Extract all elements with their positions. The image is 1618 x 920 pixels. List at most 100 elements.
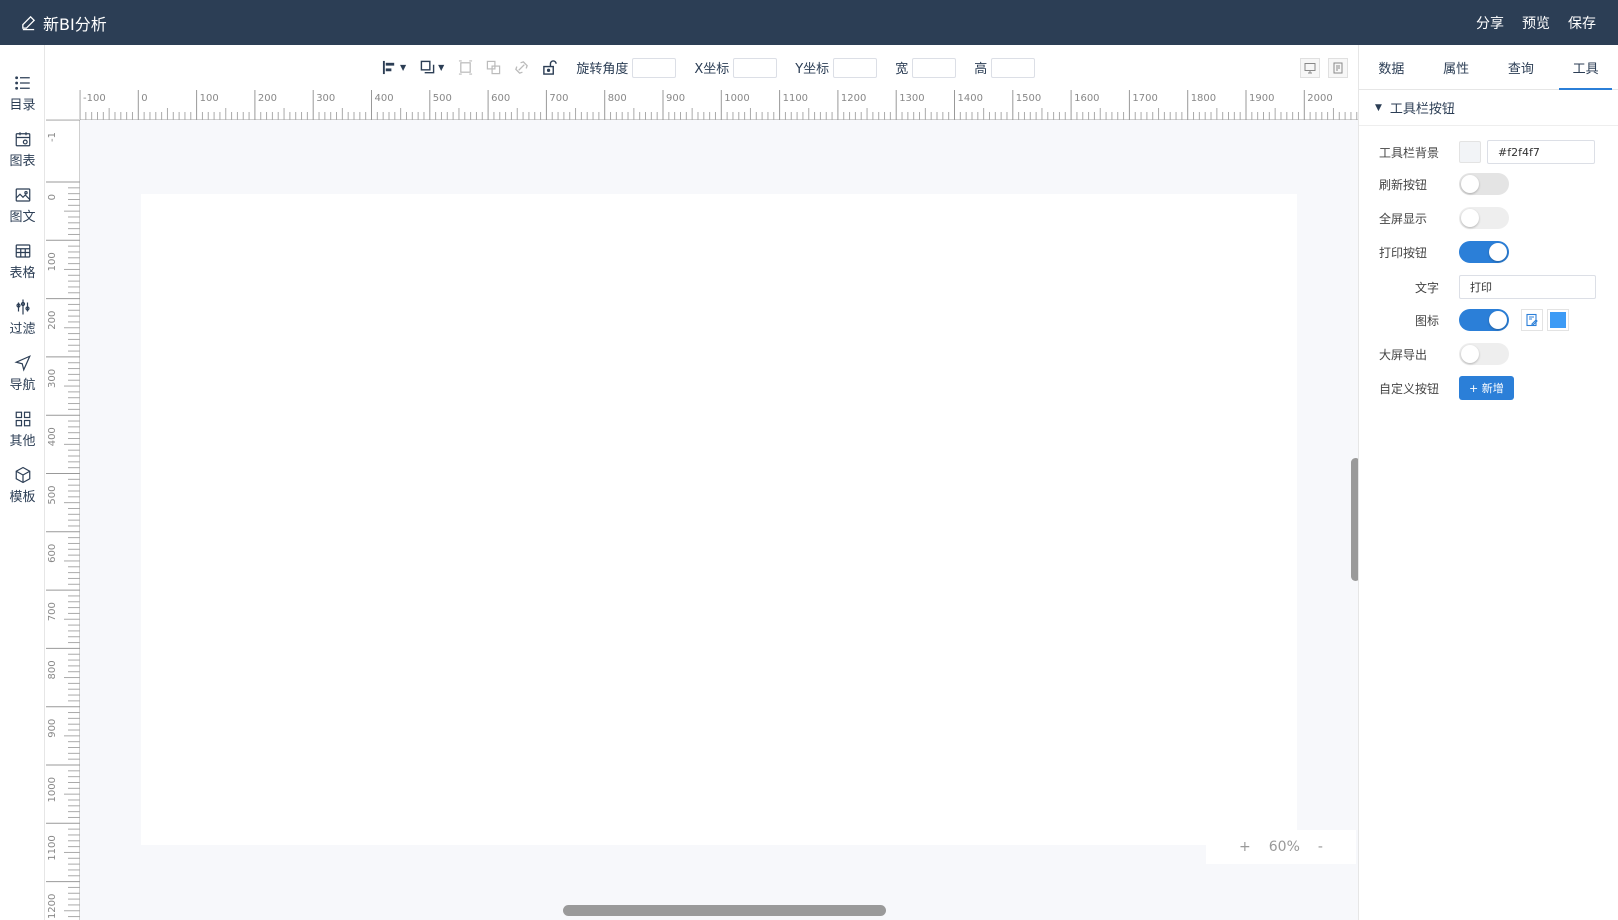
- refresh-label: 刷新按钮: [1379, 177, 1428, 192]
- toolbar-bg-input[interactable]: #f2f4f7: [1487, 140, 1595, 164]
- icon-color-picker[interactable]: [1547, 309, 1569, 331]
- height-input[interactable]: [991, 57, 1036, 78]
- tab-query[interactable]: 查询: [1489, 45, 1554, 89]
- v-ruler-label: 300: [47, 369, 58, 388]
- y-input[interactable]: [833, 57, 878, 78]
- component-sidebar: 目录 图表 图文 表格 过滤 导航 其他 模板: [0, 45, 45, 920]
- print-icon-toggle[interactable]: [1459, 309, 1509, 331]
- icon-picker[interactable]: [1521, 309, 1543, 331]
- row-print: 打印按钮: [1379, 241, 1509, 263]
- zoom-in-button[interactable]: +: [1239, 839, 1251, 855]
- horizontal-ruler: -100 0 100 200 300 400 500 600 700 800 900 1000 1100…: [79, 90, 1358, 120]
- section-toolbar-buttons[interactable]: ▼ 工具栏按钮: [1359, 90, 1618, 126]
- v-ruler-label: 400: [47, 427, 58, 446]
- h-ruler-label: 200: [258, 93, 277, 104]
- row-print-text: 文字 打印: [1379, 275, 1596, 299]
- sidebar-item-label: 其他: [9, 433, 36, 449]
- sidebar-item-catalog[interactable]: 目录: [0, 65, 45, 121]
- toolbar-bg-swatch[interactable]: [1459, 141, 1481, 163]
- refresh-toggle[interactable]: [1459, 173, 1509, 195]
- h-ruler-label: 1300: [899, 93, 924, 104]
- image-text-icon: [15, 187, 30, 202]
- sidebar-item-filter[interactable]: 过滤: [0, 289, 45, 345]
- share-button[interactable]: 分享: [1476, 13, 1504, 33]
- properties-panel: 数据 属性 查询 工具 ▼ 工具栏按钮 工具栏背景 #f2f4f7 刷新按钮 全…: [1358, 45, 1618, 920]
- sidebar-item-label: 导航: [9, 377, 36, 393]
- layer-dropdown-caret-icon[interactable]: ▼: [438, 63, 444, 72]
- v-ruler-label: 0: [47, 194, 58, 200]
- sidebar-item-table[interactable]: 表格: [0, 233, 45, 289]
- tab-properties[interactable]: 属性: [1424, 45, 1489, 89]
- print-text-label: 文字: [1415, 280, 1440, 295]
- h-ruler-label: 600: [491, 93, 510, 104]
- h-ruler-label: 1200: [841, 93, 866, 104]
- edit-pen-icon: [22, 15, 36, 31]
- h-ruler-label: 1100: [783, 93, 808, 104]
- icon-color-fill: [1550, 312, 1566, 328]
- unlock-icon[interactable]: [540, 59, 558, 77]
- x-label: X坐标: [694, 62, 730, 77]
- sidebar-item-chart[interactable]: 图表: [0, 121, 45, 177]
- group-icon[interactable]: [484, 59, 502, 77]
- h-ruler-label: 2000: [1307, 93, 1332, 104]
- h-ruler-label: 1600: [1074, 93, 1099, 104]
- row-export: 大屏导出: [1379, 343, 1509, 365]
- sidebar-item-other[interactable]: 其他: [0, 401, 45, 457]
- height-label: 高: [974, 62, 988, 77]
- h-ruler-label: 1500: [1016, 93, 1041, 104]
- rotate-label: 旋转角度: [576, 62, 629, 77]
- list-icon: [14, 75, 30, 90]
- v-ruler-label: 700: [47, 602, 58, 621]
- link-icon[interactable]: [512, 59, 530, 77]
- print-icon-label: 图标: [1415, 313, 1440, 328]
- layer-order-icon[interactable]: [418, 59, 436, 77]
- x-input[interactable]: [733, 57, 778, 78]
- sidebar-item-template[interactable]: 模板: [0, 457, 45, 513]
- h-ruler-label: 1700: [1132, 93, 1157, 104]
- h-ruler-label: 0: [141, 93, 147, 104]
- row-fullscreen: 全屏显示: [1379, 207, 1509, 229]
- row-refresh: 刷新按钮: [1379, 173, 1509, 195]
- zoom-level: 60%: [1268, 839, 1300, 855]
- vertical-scrollbar[interactable]: [1351, 458, 1358, 581]
- rotate-input[interactable]: [632, 57, 677, 78]
- artboard[interactable]: [141, 194, 1297, 845]
- row-custom-buttons: 自定义按钮 + 新增: [1379, 376, 1514, 400]
- v-ruler-label: 1000: [47, 777, 58, 802]
- navigation-icon: [13, 354, 31, 372]
- chart-calendar-icon: [15, 131, 30, 146]
- h-ruler-label: 100: [200, 93, 219, 104]
- sidebar-item-navigation[interactable]: 导航: [0, 345, 45, 401]
- canvas-area[interactable]: -100 0 100 200 300 400 500 600 700 800 900 1000 1100…: [46, 90, 1358, 920]
- ungroup-icon[interactable]: [456, 59, 474, 77]
- sidebar-item-label: 图表: [9, 153, 36, 169]
- toolbar-controls: ▼ ▼ 旋转角度 X坐标 Y坐标 宽 高: [380, 45, 1045, 90]
- save-button[interactable]: 保存: [1568, 13, 1596, 33]
- zoom-out-button[interactable]: -: [1318, 839, 1323, 855]
- h-ruler-label: 1000: [724, 93, 749, 104]
- h-ruler-label: 500: [433, 93, 452, 104]
- collapse-triangle-icon: ▼: [1375, 102, 1382, 113]
- app-logo: 新BI分析: [20, 11, 107, 35]
- table-icon: [15, 243, 30, 258]
- section-title: 工具栏按钮: [1389, 102, 1455, 117]
- align-left-icon[interactable]: [380, 59, 398, 77]
- sidebar-item-image-text[interactable]: 图文: [0, 177, 45, 233]
- align-dropdown-caret-icon[interactable]: ▼: [400, 63, 406, 72]
- vertical-ruler: -1 0 100 200 300 400 500 600 700 800 900 1000 1100 12…: [46, 119, 80, 920]
- tab-data[interactable]: 数据: [1359, 45, 1424, 89]
- screen-preview-icon[interactable]: [1300, 58, 1320, 78]
- export-toggle[interactable]: [1459, 343, 1509, 365]
- page-settings-icon[interactable]: [1328, 58, 1348, 78]
- print-toggle[interactable]: [1459, 241, 1509, 263]
- cube-icon: [15, 466, 30, 483]
- fullscreen-toggle[interactable]: [1459, 207, 1509, 229]
- v-ruler-label: 500: [47, 486, 58, 505]
- y-label: Y坐标: [795, 62, 830, 77]
- tab-tools[interactable]: 工具: [1553, 45, 1618, 90]
- width-input[interactable]: [912, 57, 957, 78]
- print-text-input[interactable]: 打印: [1459, 275, 1596, 299]
- add-custom-button[interactable]: + 新增: [1459, 376, 1514, 400]
- preview-button[interactable]: 预览: [1522, 13, 1550, 33]
- horizontal-scrollbar[interactable]: [563, 905, 886, 916]
